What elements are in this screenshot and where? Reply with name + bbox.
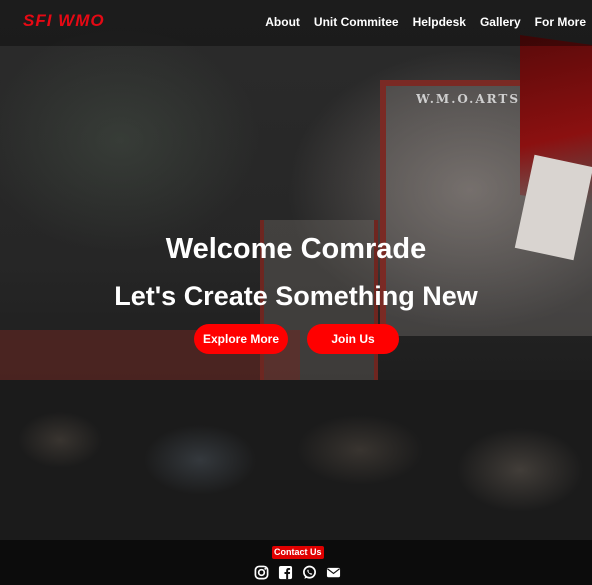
- nav-link-helpdesk[interactable]: Helpdesk: [413, 15, 466, 29]
- instagram-icon[interactable]: [254, 565, 269, 580]
- nav-link-unit-commitee[interactable]: Unit Commitee: [314, 15, 399, 29]
- facebook-icon[interactable]: [278, 565, 293, 580]
- explore-more-button[interactable]: Explore More: [194, 324, 288, 354]
- background-crowd: [0, 380, 592, 540]
- contact-us-link[interactable]: Contact Us: [272, 546, 324, 559]
- join-us-button[interactable]: Join Us: [307, 324, 399, 354]
- whatsapp-icon[interactable]: [302, 565, 317, 580]
- site-logo[interactable]: SFI WMO: [23, 11, 105, 31]
- email-icon[interactable]: [326, 565, 341, 580]
- nav-links: About Unit Commitee Helpdesk Gallery For…: [265, 15, 586, 29]
- navbar: SFI WMO About Unit Commitee Helpdesk Gal…: [0, 0, 592, 46]
- nav-link-about[interactable]: About: [265, 15, 300, 29]
- hero-heading: Welcome Comrade: [165, 233, 427, 265]
- hero-subheading: Let's Create Something New: [114, 281, 478, 311]
- nav-link-gallery[interactable]: Gallery: [480, 15, 521, 29]
- nav-link-for-more[interactable]: For More: [535, 15, 586, 29]
- social-links: [254, 565, 341, 580]
